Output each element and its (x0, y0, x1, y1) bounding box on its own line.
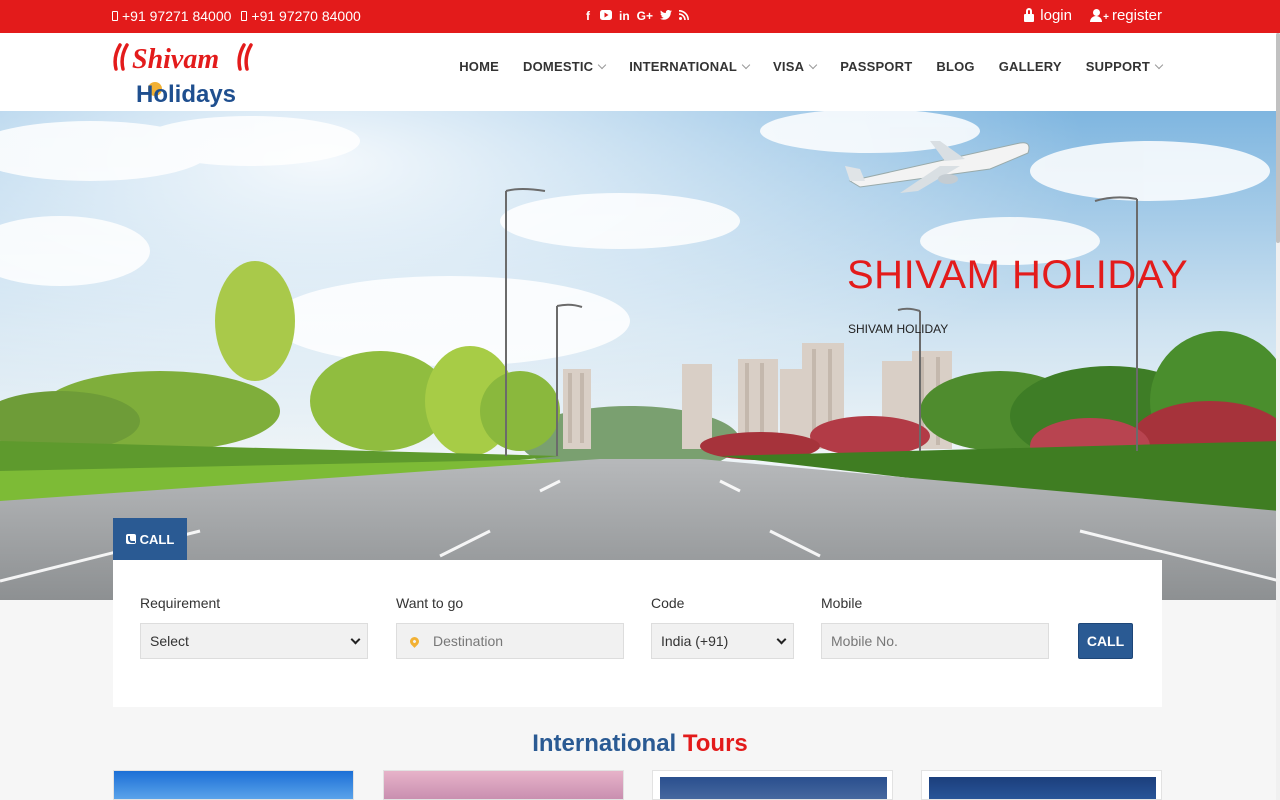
chevron-down-icon (1154, 60, 1164, 69)
google-plus-icon[interactable]: G+ (637, 9, 653, 23)
section-title: International Tours (0, 730, 1280, 758)
logo-line2: Holidays (136, 81, 236, 107)
linkedin-icon[interactable]: in (619, 9, 630, 23)
mobile-label: Mobile (821, 595, 863, 611)
mobile-placeholder: Mobile No. (831, 633, 898, 649)
nav-item-support[interactable]: SUPPORT (1085, 59, 1164, 74)
social-links: f in G+ (583, 9, 690, 23)
tab-call[interactable]: CALL (113, 518, 187, 560)
requirement-select[interactable]: Select (140, 623, 368, 659)
tour-card[interactable] (652, 770, 893, 800)
chevron-down-icon (776, 634, 787, 645)
nav-item-visa[interactable]: VISA (773, 59, 818, 74)
tab-call-label: CALL (139, 531, 175, 547)
nav-item-label: SUPPORT (1085, 59, 1150, 74)
twitter-icon[interactable] (660, 9, 673, 23)
nav-item-home[interactable]: HOME (459, 59, 499, 74)
scrollbar-thumb[interactable] (1276, 33, 1280, 243)
top-bar: +91 97271 84000 +91 97270 84000 f in G+ … (0, 0, 1280, 33)
logo-line1: Shivam (132, 44, 219, 75)
auth-links: login + register (1024, 7, 1162, 24)
register-link[interactable]: + register (1089, 7, 1162, 24)
chevron-down-icon (350, 634, 361, 645)
login-link[interactable]: login (1024, 7, 1072, 24)
mobile-phone-icon (241, 11, 248, 21)
chevron-down-icon (598, 60, 607, 69)
page-scrollbar[interactable] (1276, 33, 1280, 800)
contact-phones: +91 97271 84000 +91 97270 84000 (112, 8, 361, 24)
chevron-down-icon (741, 60, 751, 69)
nav-item-international[interactable]: INTERNATIONAL (629, 59, 751, 74)
phone-1-text: +91 97271 84000 (122, 8, 232, 24)
hero-title: SHIVAM HOLIDAY (847, 253, 1189, 297)
call-submit-button[interactable]: CALL (1078, 623, 1133, 659)
register-label: register (1111, 7, 1162, 24)
enquiry-form: Requirement Select Want to go Destinatio… (113, 560, 1162, 707)
chevron-down-icon (808, 60, 818, 69)
mobile-input[interactable]: Mobile No. (821, 623, 1049, 659)
code-label: Code (651, 595, 685, 611)
nav-item-label: DOMESTIC (523, 59, 594, 74)
tour-card-image (114, 771, 353, 799)
map-marker-icon (408, 634, 421, 648)
nav-item-label: HOME (459, 59, 500, 74)
nav-item-label: BLOG (936, 59, 975, 74)
requirement-value: Select (150, 633, 189, 649)
brand-logo[interactable]: Shivam Holidays (112, 39, 258, 108)
nav-item-label: INTERNATIONAL (629, 59, 738, 74)
hero-background-image (0, 111, 1280, 600)
nav-item-blog[interactable]: BLOG (936, 59, 974, 74)
user-plus-icon: + (1089, 8, 1109, 22)
destination-input[interactable]: Destination (396, 623, 624, 659)
destination-placeholder: Destination (433, 633, 504, 649)
hero-banner: SHIVAM HOLIDAY SHIVAM HOLIDAY (0, 111, 1280, 600)
nav-item-gallery[interactable]: GALLERY (999, 59, 1062, 74)
section-title-part1: International (532, 730, 677, 757)
destination-label: Want to go (396, 595, 464, 611)
nav-item-passport[interactable]: PASSPORT (840, 59, 912, 74)
login-label: login (1040, 7, 1072, 24)
site-header: Shivam Holidays HOME DOMESTIC INTERNATIONA… (0, 33, 1280, 111)
requirement-label: Requirement (140, 595, 221, 611)
country-code-value: India (+91) (661, 633, 729, 649)
tour-card-image (660, 777, 887, 799)
tour-card[interactable] (921, 770, 1162, 800)
tour-card[interactable] (113, 770, 354, 800)
nav-item-label: GALLERY (998, 59, 1062, 74)
facebook-icon[interactable]: f (583, 9, 593, 23)
phone-square-icon (125, 534, 136, 544)
section-title-part2: Tours (682, 730, 748, 757)
phone-1[interactable]: +91 97271 84000 (112, 8, 231, 24)
tour-card-image (384, 771, 623, 799)
nav-item-label: PASSPORT (840, 59, 913, 74)
nav-item-domestic[interactable]: DOMESTIC (523, 59, 607, 74)
mobile-phone-icon (112, 11, 118, 21)
phone-2[interactable]: +91 97270 84000 (241, 8, 361, 24)
phone-2-text: +91 97270 84000 (251, 8, 361, 24)
hero-subtitle: SHIVAM HOLIDAY (848, 322, 949, 336)
rss-icon[interactable] (678, 9, 690, 23)
nav-item-label: VISA (773, 59, 805, 74)
tour-card[interactable] (383, 770, 624, 800)
youtube-icon[interactable] (600, 9, 612, 23)
main-nav: HOME DOMESTIC INTERNATIONAL VISA PASSPORT BLO… (459, 59, 1164, 74)
country-code-select[interactable]: India (+91) (651, 623, 794, 659)
tour-card-image (929, 777, 1156, 799)
lock-icon (1024, 7, 1035, 22)
